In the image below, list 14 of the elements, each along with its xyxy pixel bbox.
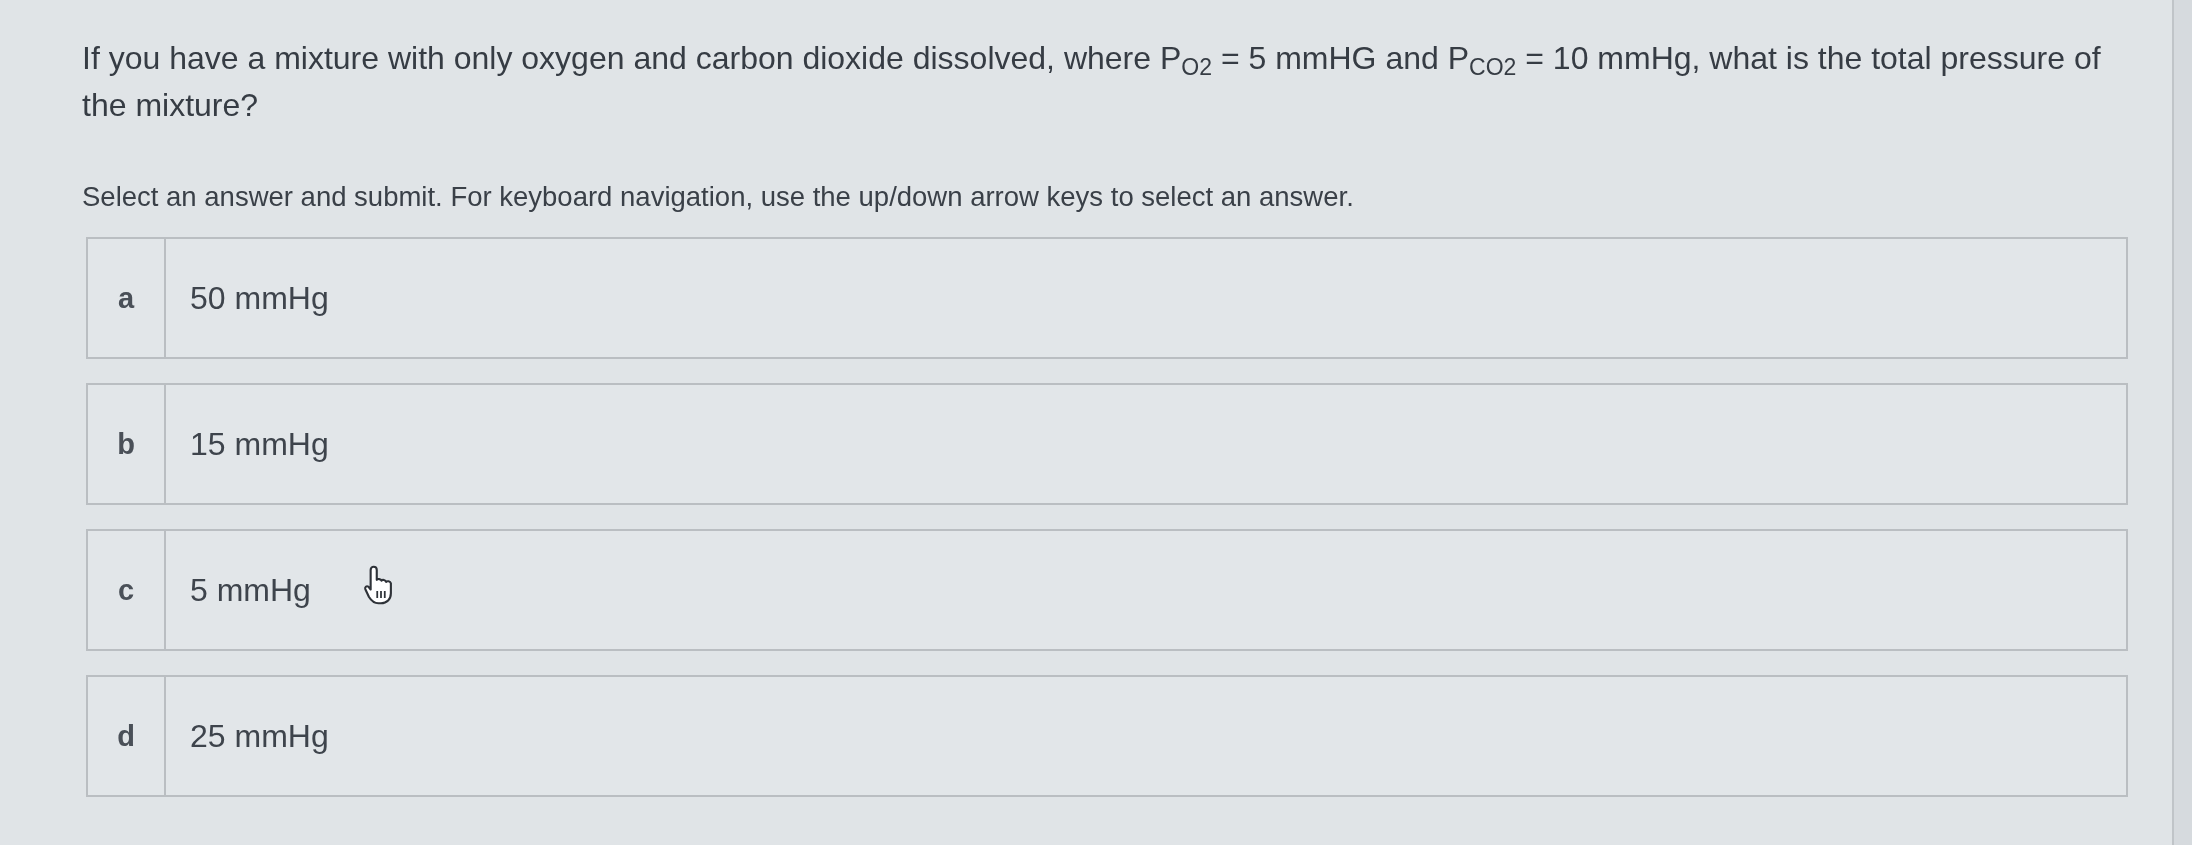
- option-text: 15 mmHg: [190, 425, 329, 463]
- answer-option[interactable]: b 15 mmHg: [86, 383, 2128, 505]
- instructions-text: Select an answer and submit. For keyboard navigation, use the up/down arrow keys to select an answer.: [82, 180, 1354, 214]
- answer-option[interactable]: c 5 mmHg: [86, 529, 2128, 651]
- question-text: If you have a mixture with only oxygen and carbon dioxide dissolved, where P$_{O2}$ = 5 mmHG and P$_{CO2}$ = 10 mmHg, what is the total pressure of the mixture?: [82, 39, 2102, 125]
- option-letter: b: [88, 385, 166, 503]
- option-text: 25 mmHg: [190, 717, 329, 755]
- option-text: 5 mmHg: [190, 571, 311, 609]
- option-letter: a: [88, 239, 166, 357]
- answer-option[interactable]: d 25 mmHg: [86, 675, 2128, 797]
- option-letter: d: [88, 677, 166, 795]
- answer-option[interactable]: a 50 mmHg: [86, 237, 2128, 359]
- option-text: 50 mmHg: [190, 279, 329, 317]
- option-letter: c: [88, 531, 166, 649]
